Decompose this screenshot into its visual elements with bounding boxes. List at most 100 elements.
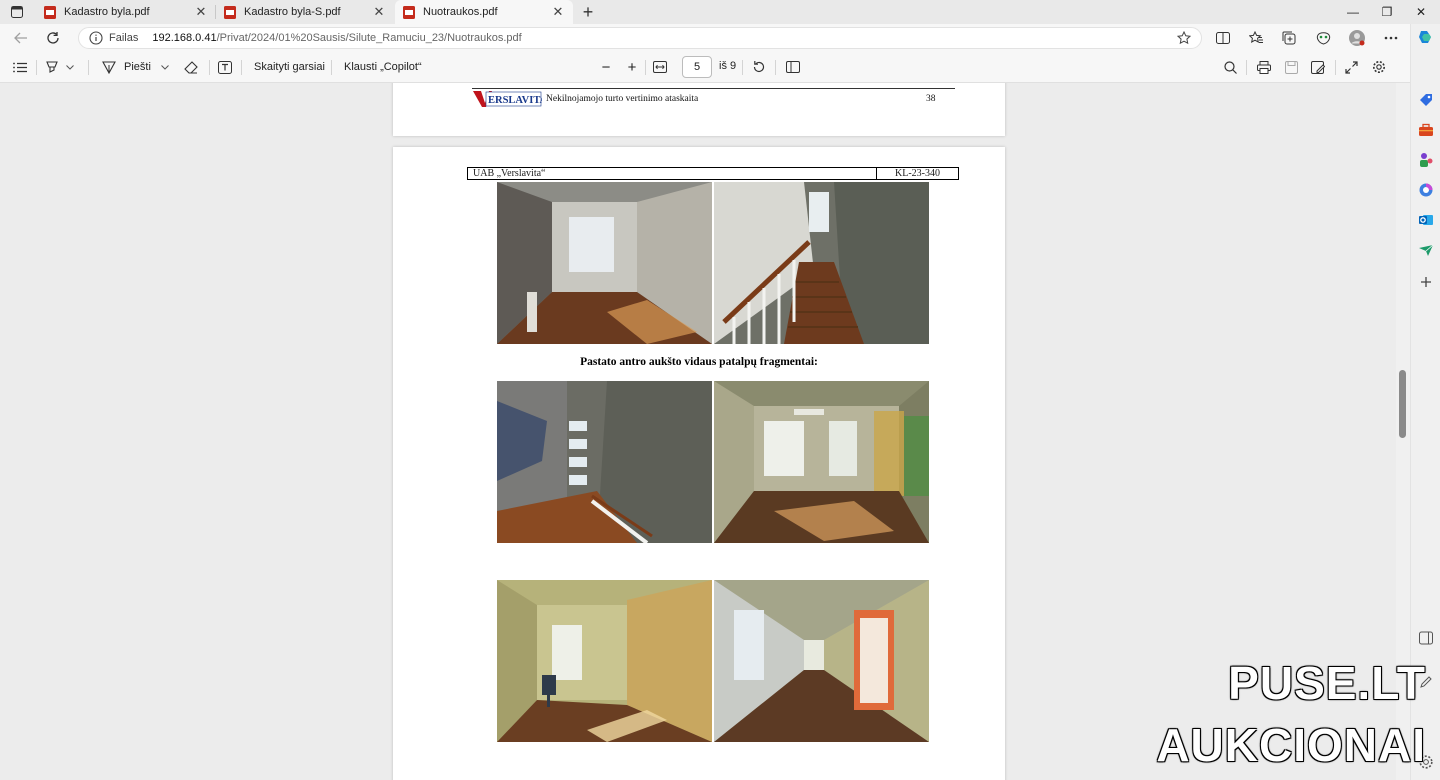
- full-screen-button[interactable]: [1343, 58, 1359, 76]
- avatar-icon: [1349, 30, 1365, 46]
- save-disk-icon: [1284, 60, 1298, 74]
- toolbox-icon[interactable]: [1418, 122, 1434, 138]
- fit-to-page-button[interactable]: [652, 58, 668, 76]
- find-button[interactable]: [1222, 58, 1238, 76]
- header-rule: [472, 88, 955, 89]
- games-icon[interactable]: [1418, 152, 1434, 168]
- toolbar-separator: [742, 60, 743, 75]
- collections-button[interactable]: [1279, 29, 1299, 47]
- save-as-button[interactable]: [1310, 58, 1326, 76]
- hide-sidebar-icon[interactable]: [1418, 630, 1434, 646]
- watermark-line-1: PUSE.LT: [1228, 657, 1426, 709]
- address-host: 192.168.0.41: [152, 32, 217, 44]
- photo-section-caption: Pastato antro aukšto vidaus patalpų frag…: [580, 356, 818, 368]
- company-name-cell: UAB „Verslavita“: [468, 168, 877, 179]
- new-tab-button[interactable]: +: [578, 2, 598, 22]
- minimize-button[interactable]: —: [1338, 3, 1368, 21]
- tab-close-button[interactable]: ✕: [194, 4, 208, 20]
- add-text-button[interactable]: [217, 58, 233, 76]
- page-total-label: iš 9: [719, 60, 737, 72]
- pdf-toolbar: Piešti Skaityti garsiai Klausti „Copilot…: [0, 52, 1410, 83]
- split-screen-button[interactable]: [1213, 29, 1233, 47]
- address-scheme-label: Failas: [109, 32, 139, 44]
- tab-kadastro-byla-s[interactable]: Kadastro byla-S.pdf ✕: [216, 0, 394, 24]
- fit-width-icon: [653, 61, 667, 73]
- ask-copilot-button[interactable]: Klausti „Copilot“: [344, 58, 422, 76]
- send-drop-icon[interactable]: [1418, 242, 1434, 258]
- watermark-line-2: AUKCIONAI: [1156, 719, 1426, 771]
- shopping-tag-icon[interactable]: [1418, 92, 1434, 108]
- contents-button[interactable]: [10, 58, 30, 76]
- draw-options-dropdown[interactable]: [159, 58, 171, 76]
- save-button[interactable]: [1283, 58, 1299, 76]
- page-number-input[interactable]: 5: [682, 56, 712, 78]
- back-button[interactable]: [10, 28, 32, 48]
- document-code-cell: KL-23-340: [895, 168, 940, 179]
- arrow-left-icon: [14, 32, 27, 44]
- printer-icon: [1257, 60, 1271, 74]
- settings-more-button[interactable]: [1381, 29, 1401, 47]
- draw-label[interactable]: Piešti: [124, 58, 151, 76]
- extensions-icon: [1316, 32, 1330, 45]
- tab-close-button[interactable]: ✕: [551, 4, 565, 20]
- favorites-button[interactable]: [1246, 29, 1266, 47]
- collections-icon: [1282, 31, 1296, 45]
- copilot-icon[interactable]: [1418, 29, 1434, 45]
- outlook-icon[interactable]: [1418, 212, 1434, 228]
- pen-icon: [102, 61, 116, 74]
- tab-title: Kadastro byla.pdf: [64, 6, 150, 18]
- chevron-down-icon: [66, 64, 74, 70]
- draw-button[interactable]: [101, 58, 117, 76]
- photo-stairwell-windows: [497, 381, 712, 543]
- info-icon[interactable]: [89, 31, 103, 45]
- tab-kadastro-byla[interactable]: Kadastro byla.pdf ✕: [36, 0, 216, 24]
- favorite-star-icon[interactable]: [1177, 31, 1191, 45]
- scrollbar-thumb[interactable]: [1399, 370, 1406, 438]
- highlight-button[interactable]: [44, 58, 60, 76]
- add-sidebar-app-icon[interactable]: [1418, 274, 1434, 290]
- save-as-icon: [1311, 60, 1325, 74]
- highlighter-icon: [46, 61, 58, 73]
- photo-staircase-up: [714, 182, 929, 344]
- highlight-options-dropdown[interactable]: [64, 58, 76, 76]
- read-aloud-button[interactable]: Skaityti garsiai: [254, 58, 325, 76]
- rotate-button[interactable]: [751, 58, 767, 76]
- page-view-button[interactable]: [785, 58, 801, 76]
- tab-strip: Kadastro byla.pdf ✕ Kadastro byla-S.pdf …: [0, 0, 1440, 24]
- close-window-button[interactable]: ✕: [1406, 3, 1436, 21]
- text-box-icon: [218, 60, 232, 74]
- tab-nuotraukos[interactable]: Nuotraukos.pdf ✕: [395, 0, 573, 24]
- tab-actions-menu-button[interactable]: [8, 4, 26, 20]
- refresh-button[interactable]: [42, 28, 64, 48]
- pdf-file-icon: [44, 5, 56, 19]
- tab-close-button[interactable]: ✕: [372, 4, 386, 20]
- extensions-button[interactable]: [1313, 29, 1333, 47]
- document-header-table: UAB „Verslavita“ KL-23-340: [467, 167, 959, 180]
- tab-title: Kadastro byla-S.pdf: [244, 6, 341, 18]
- refresh-icon: [47, 32, 59, 44]
- eraser-icon: [184, 60, 198, 74]
- tab-title: Nuotraukos.pdf: [423, 6, 498, 18]
- toolbar-separator: [775, 60, 776, 75]
- list-icon: [13, 62, 27, 72]
- pdf-viewer[interactable]: ERSLAVITA Nekilnojamojo turto vertinimo …: [0, 83, 1396, 780]
- verslavita-logo: ERSLAVITA: [472, 89, 542, 108]
- report-header-text: Nekilnojamojo turto vertinimo ataskaita: [546, 94, 699, 104]
- print-button[interactable]: [1256, 58, 1272, 76]
- profile-button[interactable]: [1347, 29, 1367, 47]
- zoom-in-button[interactable]: +: [625, 58, 639, 76]
- microsoft-365-icon[interactable]: [1418, 182, 1434, 198]
- address-bar[interactable]: Failas 192.168.0.41/Privat/2024/01%20Sau…: [78, 27, 1202, 49]
- restore-button[interactable]: ❐: [1372, 3, 1402, 21]
- more-dots-icon: [1384, 36, 1398, 40]
- zoom-out-button[interactable]: −: [599, 58, 613, 76]
- pdf-settings-button[interactable]: [1371, 58, 1387, 76]
- photo-small-room-chair: [497, 580, 712, 742]
- toolbar-separator: [241, 60, 242, 75]
- erase-button[interactable]: [183, 58, 199, 76]
- page-view-icon: [786, 61, 800, 73]
- pdf-page-current: UAB „Verslavita“ KL-23-340 Pastato antro…: [393, 147, 1005, 780]
- split-screen-icon: [1216, 32, 1230, 44]
- pdf-file-icon: [403, 5, 415, 19]
- pdf-page-previous: ERSLAVITA Nekilnojamojo turto vertinimo …: [393, 83, 1005, 136]
